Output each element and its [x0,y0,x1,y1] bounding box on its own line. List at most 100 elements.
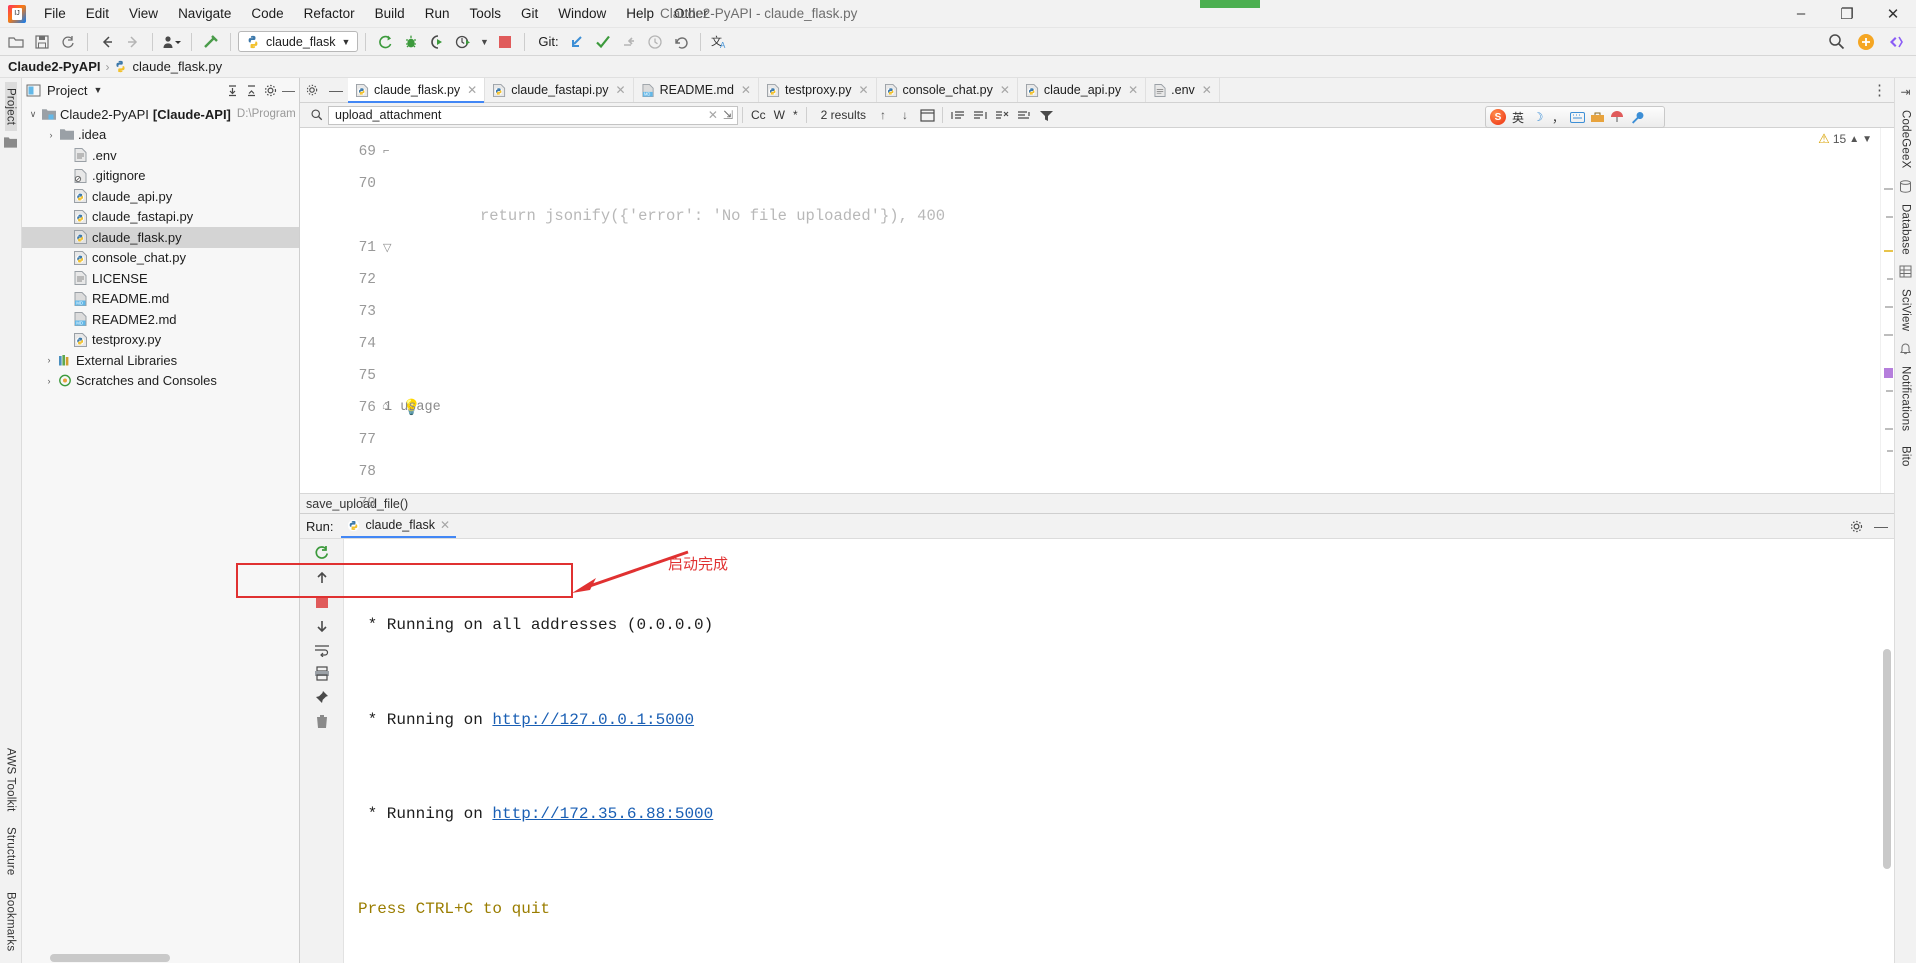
rail-item-structure[interactable]: Structure [5,821,17,881]
rail-item-database[interactable]: Database [1900,198,1912,261]
twisty-icon[interactable]: ∨ [26,109,40,120]
run-console-output[interactable]: * Running on all addresses (0.0.0.0) * R… [344,539,1894,963]
console-vertical-scrollbar[interactable] [1883,649,1891,869]
tree-node-license[interactable]: LICENSE [22,268,299,289]
menu-view[interactable]: View [119,2,168,25]
rail-item-project[interactable]: Project [4,82,17,132]
open-folder-icon[interactable] [4,31,28,53]
rail-item-bookmarks[interactable]: Bookmarks [5,886,17,957]
translate-icon[interactable]: 文A [708,31,732,53]
chevron-down-icon[interactable]: ▼ [1862,134,1872,145]
menu-edit[interactable]: Edit [76,2,119,25]
tree-node-readme2-md[interactable]: MD README2.md [22,309,299,330]
chevron-up-icon[interactable]: ▲ [1849,134,1859,145]
tree-node-console-chat-py[interactable]: console_chat.py [22,248,299,269]
tab-console-chat-py[interactable]: console_chat.py ✕ [876,78,1018,102]
close-icon[interactable]: ✕ [858,83,868,97]
codewhisperer-icon[interactable] [1884,31,1908,53]
rail-item-aws-toolkit[interactable]: AWS Toolkit [5,742,17,818]
rail-item-codegeex[interactable]: CodeGeeX [1900,104,1912,175]
dropdown-caret-icon[interactable]: ▼ [477,31,491,53]
find-input-wrapper[interactable]: ✕ ⇲ [328,105,738,125]
menu-help[interactable]: Help [616,2,664,25]
ime-moon-icon[interactable]: ☽ [1530,110,1546,124]
minimize-button[interactable]: – [1778,0,1824,28]
menu-window[interactable]: Window [548,2,616,25]
print-icon[interactable] [314,666,330,681]
tab-testproxy-py[interactable]: testproxy.py ✕ [758,78,877,102]
localhost-url-link[interactable]: http://127.0.0.1:5000 [492,711,694,729]
settings-gear-icon[interactable] [263,83,278,98]
save-all-icon[interactable] [30,31,54,53]
inspection-status-widget[interactable]: ⚠ 15 ▲ ▼ [1818,131,1872,147]
find-next-icon[interactable]: ↓ [894,104,916,126]
menu-build[interactable]: Build [365,2,415,25]
pin-icon[interactable] [314,690,329,705]
ime-toolbox-icon[interactable] [1590,111,1606,123]
clear-find-icon[interactable]: ✕ [708,108,718,122]
run-coverage-icon[interactable] [425,31,449,53]
stop-icon[interactable] [315,595,329,609]
open-in-find-window-icon[interactable] [916,104,938,126]
ime-settings-wrench-icon[interactable] [1630,111,1646,124]
tab-claude-flask-py[interactable]: claude_flask.py ✕ [348,78,486,103]
back-arrow-icon[interactable] [95,31,119,53]
code-text[interactable]: return jsonify({'error': 'No file upload… [384,128,1880,493]
menu-git[interactable]: Git [511,2,548,25]
twisty-icon[interactable]: › [42,355,56,365]
scroll-up-icon[interactable] [314,570,330,586]
tab-env[interactable]: .env ✕ [1146,78,1220,102]
expand-rail-icon[interactable]: ⇥ [1900,85,1910,99]
tree-node-scratches-and-consoles[interactable]: › Scratches and Consoles [22,371,299,392]
tree-node-project-root[interactable]: ∨ Claude2-PyAPI [Claude-API] D:\Program [22,104,299,125]
git-update-icon[interactable] [565,31,589,53]
network-url-link[interactable]: http://172.35.6.88:5000 [492,805,713,823]
tab-readme-md[interactable]: MD README.md ✕ [633,78,759,102]
filter-funnel-icon[interactable] [1035,104,1057,126]
git-rollback-icon[interactable] [669,31,693,53]
close-icon[interactable]: ✕ [1202,83,1212,97]
ime-floating-toolbar[interactable]: S 英 ☽ ， [1485,106,1665,128]
scroll-down-icon[interactable] [314,618,330,634]
close-icon[interactable]: ✕ [741,83,751,97]
run-button-icon[interactable] [373,31,397,53]
git-push-icon[interactable] [617,31,641,53]
find-input[interactable] [333,107,703,123]
rail-item-notifications[interactable]: Notifications [1900,360,1912,437]
collapse-all-icon[interactable] [244,83,259,98]
menu-navigate[interactable]: Navigate [168,2,241,25]
tree-node-env[interactable]: .env [22,145,299,166]
tab-claude-api-py[interactable]: claude_api.py ✕ [1017,78,1147,102]
close-icon[interactable]: ✕ [440,518,450,532]
close-button[interactable]: ✕ [1870,0,1916,28]
tree-node-readme-md[interactable]: MD README.md [22,289,299,310]
tree-node-external-libraries[interactable]: › External Libraries [22,350,299,371]
filter-in-comments-icon[interactable] [947,104,969,126]
preserve-case-icon[interactable] [1013,104,1035,126]
sync-refresh-icon[interactable] [56,31,80,53]
hide-editor-icon[interactable]: — [324,78,348,102]
horizontal-scrollbar[interactable] [50,954,170,962]
filter-except-comments-icon[interactable] [991,104,1013,126]
twisty-icon[interactable]: › [44,130,58,140]
breadcrumb-file[interactable]: claude_flask.py [132,59,222,74]
rail-item-bito[interactable]: Bito [1900,440,1912,473]
close-icon[interactable]: ✕ [1128,83,1138,97]
run-configuration-selector[interactable]: claude_flask ▼ [238,31,359,52]
menu-file[interactable]: File [34,2,76,25]
tree-node-idea[interactable]: › .idea [22,125,299,146]
close-icon[interactable]: ✕ [1000,83,1010,97]
menu-refactor[interactable]: Refactor [294,2,365,25]
ime-language-indicator[interactable]: 英 [1510,109,1526,126]
ime-umbrella-icon[interactable] [1610,111,1626,123]
stop-button-icon[interactable] [493,31,517,53]
filter-in-literals-icon[interactable] [969,104,991,126]
menu-tools[interactable]: Tools [459,2,511,25]
debug-bug-icon[interactable] [399,31,423,53]
close-icon[interactable]: ✕ [616,83,626,97]
breadcrumb-project[interactable]: Claude2-PyAPI [8,59,100,74]
menu-run[interactable]: Run [415,2,460,25]
hide-run-panel-icon[interactable]: — [1874,518,1888,534]
build-hammer-icon[interactable] [199,31,223,53]
rerun-icon[interactable] [314,545,330,561]
